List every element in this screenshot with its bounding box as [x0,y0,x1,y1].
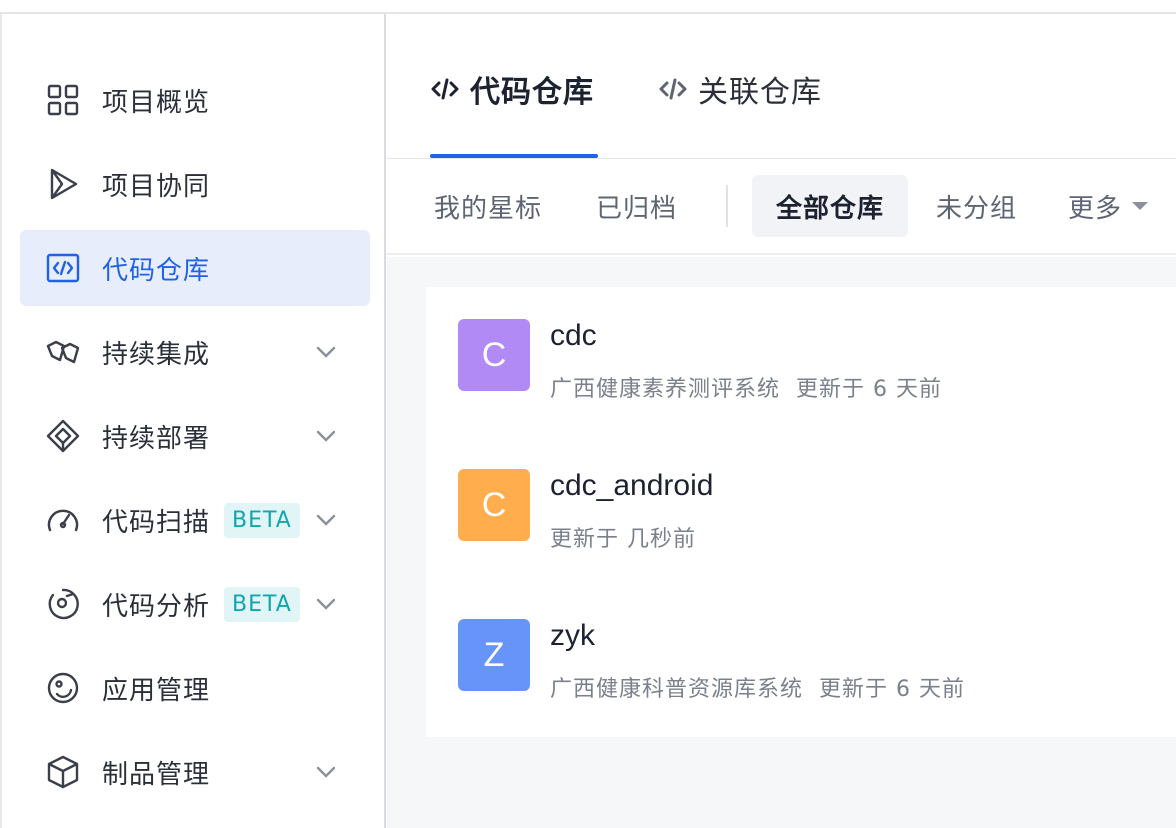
sidebar-item-collaboration[interactable]: 项目协同 [20,146,370,222]
filter-ungrouped[interactable]: 未分组 [912,175,1041,237]
active-tab-indicator [430,154,598,158]
tab-linked-repo[interactable]: 关联仓库 [658,64,822,114]
sidebar-item-label: 应用管理 [102,675,211,706]
code-icon [659,78,687,100]
repo-description: 广西健康科普资源库系统 [550,677,804,702]
sidebar-item-label: 代码扫描 [102,507,211,538]
main-content: 代码仓库 关联仓库 我的星标 已归档 全部仓库 未分组 更多 C cdc 广西健… [386,14,1176,828]
chevron-down-icon[interactable] [312,590,340,618]
repo-item[interactable]: Z zyk 广西健康科普资源库系统 更新于 6 天前 [426,587,1176,737]
tab-label: 关联仓库 [698,75,822,110]
deploy-icon [44,417,82,455]
filter-archived[interactable]: 已归档 [572,175,701,237]
sidebar-item-artifact-management[interactable]: 制品管理 [20,734,370,810]
sidebar-item-ci[interactable]: 持续集成 [20,314,370,390]
play-triangle-icon [44,165,82,203]
sidebar-item-label: 代码仓库 [102,255,211,286]
sidebar-item-code-scan[interactable]: 代码扫描 BETA [20,482,370,558]
repo-name[interactable]: zyk [550,619,595,653]
filter-more[interactable]: 更多 [1044,175,1172,237]
chevron-down-icon[interactable] [312,338,340,366]
chevron-down-icon[interactable] [312,506,340,534]
filter-starred[interactable]: 我的星标 [410,175,566,237]
repo-name[interactable]: cdc [550,319,597,353]
app-circle-icon [44,669,82,707]
filter-all[interactable]: 全部仓库 [752,175,909,237]
repo-avatar: Z [458,619,530,691]
repo-avatar: C [458,469,530,541]
repo-list-area: C cdc 广西健康素养测评系统 更新于 6 天前 C cdc_android 更… [386,257,1176,828]
repo-item[interactable]: C cdc 广西健康素养测评系统 更新于 6 天前 [426,287,1176,437]
sidebar-item-label: 持续部署 [102,423,211,454]
sidebar-item-label: 项目协同 [102,171,211,202]
analysis-icon [44,585,82,623]
sidebar-item-code-repo[interactable]: 代码仓库 [20,230,370,306]
sidebar-item-app-management[interactable]: 应用管理 [20,650,370,726]
gauge-icon [44,501,82,539]
repo-list: C cdc 广西健康素养测评系统 更新于 6 天前 C cdc_android 更… [426,287,1176,737]
package-cube-icon [44,753,82,791]
filter-more-label: 更多 [1068,193,1123,224]
beta-badge: BETA [224,586,300,622]
filter-bar: 我的星标 已归档 全部仓库 未分组 更多 [386,159,1176,255]
code-icon [431,78,459,100]
sidebar-item-label: 项目概览 [102,87,211,118]
sidebar-item-label: 持续集成 [102,339,211,370]
code-box-icon [44,249,82,287]
repo-name[interactable]: cdc_android [550,469,713,503]
repo-tabs: 代码仓库 关联仓库 [386,14,1176,159]
sidebar: 项目概览 项目协同 代码仓库 持续集成 持续部署 代码扫描 BETA 代码分析 … [0,14,386,828]
grid-icon [44,81,82,119]
repo-meta: 广西健康素养测评系统 更新于 6 天前 [550,371,942,403]
sidebar-item-label: 代码分析 [102,591,211,622]
chevron-down-icon[interactable] [312,422,340,450]
sidebar-item-code-analysis[interactable]: 代码分析 BETA [20,566,370,642]
sidebar-item-label: 制品管理 [102,759,211,790]
repo-avatar: C [458,319,530,391]
repo-description: 广西健康素养测评系统 [550,377,781,402]
beta-badge: BETA [224,502,300,538]
repo-updated: 更新于 6 天前 [819,677,965,702]
integration-icon [44,333,82,371]
tab-code-repo[interactable]: 代码仓库 [430,64,594,114]
repo-updated: 更新于 6 天前 [796,377,942,402]
repo-meta: 广西健康科普资源库系统 更新于 6 天前 [550,671,965,703]
repo-updated: 更新于 几秒前 [550,527,696,552]
sidebar-item-overview[interactable]: 项目概览 [20,62,370,138]
sidebar-item-cd[interactable]: 持续部署 [20,398,370,474]
chevron-down-icon[interactable] [312,758,340,786]
filter-divider [726,185,728,227]
caret-down-icon [1132,202,1149,210]
repo-item[interactable]: C cdc_android 更新于 几秒前 [426,437,1176,587]
repo-meta: 更新于 几秒前 [550,521,696,553]
tab-label: 代码仓库 [470,75,594,110]
